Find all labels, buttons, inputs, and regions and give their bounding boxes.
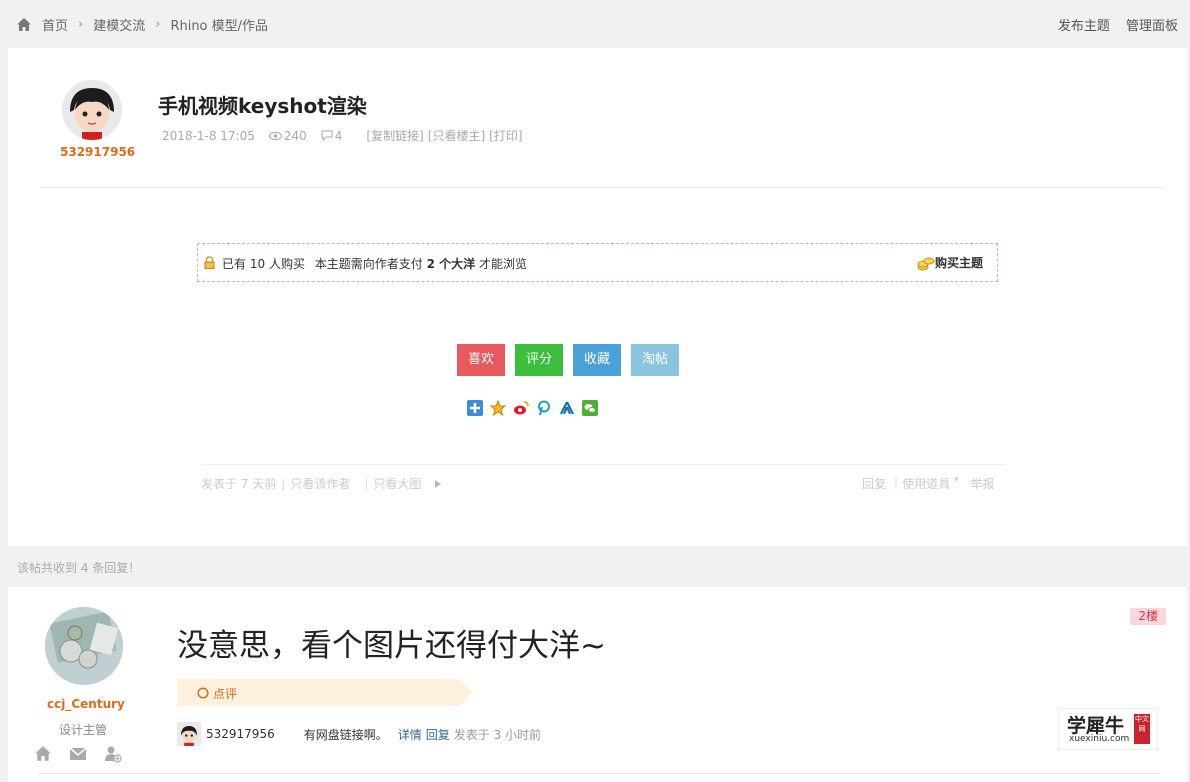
favorite-button[interactable]: 收藏 xyxy=(573,344,621,376)
page-title: 手机视频keyshot渲染 xyxy=(158,94,367,118)
comment-icon xyxy=(321,130,333,141)
buy-thread-button[interactable]: 购买主题 xyxy=(917,254,983,271)
copy-link[interactable]: [复制链接] xyxy=(366,127,423,144)
eye-icon xyxy=(268,131,282,140)
top-nav: 发布主题 管理面板 xyxy=(1046,15,1178,34)
only-images-link[interactable]: 只看大图 xyxy=(373,475,421,492)
author-name[interactable]: 532917956 xyxy=(60,145,135,159)
bought-count: 10 xyxy=(249,257,266,271)
pay-amount: 2 个大洋 xyxy=(426,257,476,271)
thread-meta: 2018-1-8 17:05 240 4 [复制链接] [只看楼主] [打印] xyxy=(162,127,527,144)
comment-circle-icon xyxy=(197,687,209,699)
breadcrumb-separator: › xyxy=(78,17,84,32)
tools-link[interactable]: 使用道具 xyxy=(902,475,950,492)
renren-icon[interactable] xyxy=(559,400,575,416)
reply-message: 没意思，看个图片还得付大洋~ xyxy=(177,628,606,664)
lock-icon xyxy=(204,256,215,269)
replies-value: 4 xyxy=(334,128,343,143)
comment-avatar[interactable] xyxy=(177,722,201,746)
add-friend-icon[interactable] xyxy=(104,745,122,763)
post-footer-right: 回复 | 使用道具 ▾ 举报 xyxy=(862,475,995,492)
paywall-box: 已有 10 人购买 本主题需向作者支付 2 个大洋 才能浏览 购买主题 xyxy=(197,243,998,282)
reply-link[interactable]: 回复 xyxy=(862,475,886,492)
favorite-star-icon[interactable] xyxy=(489,399,507,417)
divider xyxy=(201,464,1005,465)
pinterest-icon[interactable] xyxy=(536,400,552,416)
chevron-down-icon: ▾ xyxy=(954,475,959,485)
weibo-icon[interactable] xyxy=(513,400,529,416)
home-icon[interactable] xyxy=(16,17,32,33)
comment-time: 发表于 3 小时前 xyxy=(453,727,542,742)
need-prefix: 本主题需向作者支付 xyxy=(314,257,423,271)
only-author-link[interactable]: 只看该作者 xyxy=(290,475,350,492)
divider xyxy=(38,773,1160,774)
user-actions xyxy=(34,745,139,763)
breadcrumb-home[interactable]: 首页 xyxy=(42,15,68,34)
paywall-text: 已有 10 人购买 本主题需向作者支付 2 个大洋 才能浏览 xyxy=(222,255,527,272)
report-link[interactable]: 举报 xyxy=(971,475,995,492)
share-bar xyxy=(467,399,605,417)
cartoon-avatar-icon xyxy=(62,80,122,140)
home-icon[interactable] xyxy=(34,745,52,763)
play-arrow-icon[interactable] xyxy=(435,479,442,488)
admin-panel-link[interactable]: 管理面板 xyxy=(1126,19,1178,34)
collect-button[interactable]: 淘帖 xyxy=(631,344,679,376)
coins-icon xyxy=(917,257,935,270)
comment-reply-link[interactable]: 回复 xyxy=(426,726,450,743)
new-post-link[interactable]: 发布主题 xyxy=(1058,19,1110,34)
comment-label: 点评 xyxy=(213,687,238,701)
watermark-url: xuexiniu.com xyxy=(1069,734,1130,744)
thread-card: 532917956 手机视频keyshot渲染 2018-1-8 17:05 2… xyxy=(8,48,1187,546)
comment-header: 点评 xyxy=(177,679,473,706)
bought-suffix: 人购买 xyxy=(268,257,305,271)
breadcrumb-board[interactable]: Rhino 模型/作品 xyxy=(170,15,268,34)
divider xyxy=(41,187,1163,188)
top-bar: 首页 › 建模交流 › Rhino 模型/作品 发布主题 管理面板 xyxy=(0,0,1190,48)
print-link[interactable]: [打印] xyxy=(489,127,522,144)
comment-item: 532917956 有网盘链接啊。 详情 回复 发表于 3 小时前 xyxy=(177,722,541,746)
watermark-tag: 中文网 xyxy=(1134,714,1150,744)
avatar[interactable] xyxy=(62,80,122,140)
only-op-link[interactable]: [只看楼主] xyxy=(428,127,485,144)
post-date: 2018-1-8 17:05 xyxy=(162,128,255,143)
need-suffix: 才能浏览 xyxy=(479,257,528,271)
watermark-logo: 学犀牛 xuexiniu.com 中文网 xyxy=(1058,708,1158,750)
reply-author-role: 设计主管 xyxy=(58,723,107,737)
post-footer-left: 发表于 7 天前 | 只看该作者 | 只看大图 xyxy=(201,475,442,492)
views-value: 240 xyxy=(283,128,307,143)
breadcrumb: 首页 › 建模交流 › Rhino 模型/作品 xyxy=(16,15,268,34)
mail-icon[interactable] xyxy=(69,745,87,763)
reply-card: ccj_Century 设计主管 2楼 没意思，看个图片还得付大洋~ 点评 53… xyxy=(8,587,1187,782)
views-count: 240 xyxy=(268,128,307,143)
posted-time: 发表于 7 天前 xyxy=(201,477,277,491)
qzone-icon[interactable] xyxy=(467,400,483,416)
reply-count-notice: 该帖共收到 4 条回复！ xyxy=(17,561,141,575)
action-buttons: 喜欢 评分 收藏 淘帖 xyxy=(457,344,689,376)
comment-author[interactable]: 532917956 xyxy=(206,727,275,741)
bought-prefix: 已有 xyxy=(222,257,247,271)
comment-detail-link[interactable]: 详情 xyxy=(398,726,422,743)
replies-count: 4 xyxy=(321,128,343,143)
floor-badge[interactable]: 2楼 xyxy=(1130,608,1166,625)
rate-button[interactable]: 评分 xyxy=(515,344,563,376)
like-button[interactable]: 喜欢 xyxy=(457,344,505,376)
reply-author-name[interactable]: ccj_Century xyxy=(47,697,125,711)
cartoon-avatar-icon xyxy=(177,722,201,746)
coins-photo-icon xyxy=(45,607,123,685)
buy-thread-label: 购买主题 xyxy=(934,256,983,270)
breadcrumb-separator: › xyxy=(155,17,161,32)
breadcrumb-forum[interactable]: 建模交流 xyxy=(93,15,145,34)
wechat-icon[interactable] xyxy=(582,400,598,416)
comment-text: 有网盘链接啊。 xyxy=(303,727,388,742)
avatar[interactable] xyxy=(45,607,123,685)
